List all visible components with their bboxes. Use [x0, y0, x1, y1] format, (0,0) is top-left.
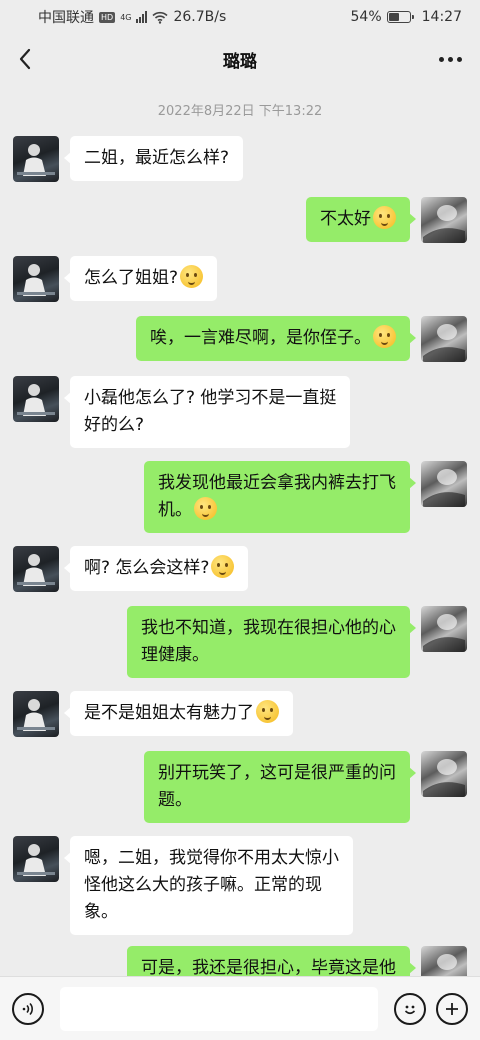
- message-text: 啊? 怎么会这样?: [84, 558, 210, 578]
- emoji-icon: [194, 497, 217, 520]
- status-left: 中国联通 HD 4G 26.7B/s: [38, 7, 226, 27]
- my-avatar[interactable]: [421, 197, 467, 243]
- more-dots-icon: [439, 56, 444, 62]
- voice-icon: [22, 1002, 33, 1015]
- back-button[interactable]: [12, 44, 38, 74]
- message-text: 唉，一言难尽啊，是你侄子。: [150, 328, 371, 348]
- sent-message[interactable]: 我也不知道，我现在很担心他的心 理健康。: [127, 606, 416, 678]
- contact-avatar[interactable]: [13, 256, 59, 302]
- plus-button[interactable]: [436, 992, 468, 1025]
- wifi-icon: [152, 11, 169, 24]
- message-text: 我发现他最近会拿我内裤去打飞 机。: [158, 473, 396, 520]
- sent-message[interactable]: 别开玩笑了，这可是很严重的问 题。: [144, 751, 416, 823]
- received-message[interactable]: 是不是姐姐太有魅力了: [64, 691, 293, 736]
- battery-icon: [386, 11, 414, 23]
- carrier-label: 中国联通: [38, 10, 94, 26]
- status-right: 54% 14:27: [351, 9, 462, 25]
- plus-icon: [446, 1002, 458, 1015]
- emoji-button[interactable]: [394, 992, 426, 1025]
- message-text: 可是，我还是很担心，毕竟这是他: [141, 958, 396, 976]
- contact-avatar[interactable]: [13, 836, 59, 882]
- net-speed: 26.7B/s: [173, 9, 227, 25]
- contact-avatar[interactable]: [13, 376, 59, 422]
- message-text: 小磊他怎么了? 他学习不是一直挺 好的么?: [84, 388, 337, 435]
- message-text: 不太好: [320, 209, 371, 229]
- my-avatar[interactable]: [421, 461, 467, 507]
- status-bar: 中国联通 HD 4G 26.7B/s 54% 14:27: [0, 0, 480, 34]
- clock: 14:27: [421, 9, 462, 25]
- chat-area[interactable]: 2022年8月22日 下午13:22 二姐，最近怎么样? 不太好怎么了姐姐? 唉，一…: [0, 84, 480, 976]
- emoji-icon: [211, 555, 235, 578]
- emoji-icon: [373, 206, 396, 229]
- hd-badge: HD: [99, 11, 116, 23]
- message-text: 我也不知道，我现在很担心他的心 理健康。: [141, 618, 396, 665]
- sent-message[interactable]: 不太好: [306, 197, 416, 242]
- message-text: 嗯，二姐，我觉得你不用太大惊小 怪他这么大的孩子嘛。正常的现 象。: [84, 848, 339, 922]
- emoji-icon: [404, 1005, 416, 1014]
- my-avatar[interactable]: [421, 946, 467, 976]
- chat-timestamp: 2022年8月22日 下午13:22: [157, 104, 323, 119]
- contact-avatar[interactable]: [13, 546, 59, 592]
- my-avatar[interactable]: [421, 606, 467, 652]
- emoji-icon: [256, 700, 279, 723]
- input-bar: [0, 976, 480, 1040]
- emoji-icon: [180, 265, 204, 288]
- network-type: 4G: [120, 12, 132, 22]
- received-message[interactable]: 啊? 怎么会这样?: [63, 546, 249, 591]
- message-text: 别开玩笑了，这可是很严重的问 题。: [158, 763, 396, 810]
- battery-level: [388, 13, 400, 21]
- more-button[interactable]: [439, 44, 462, 74]
- my-avatar[interactable]: [421, 751, 467, 797]
- sent-message[interactable]: 我发现他最近会拿我内裤去打飞 机。: [144, 461, 416, 533]
- received-message[interactable]: 小磊他怎么了? 他学习不是一直挺 好的么?: [63, 376, 351, 448]
- contact-avatar[interactable]: [13, 691, 59, 737]
- my-avatar[interactable]: [421, 316, 467, 362]
- message-text: 二姐，最近怎么样?: [84, 148, 230, 168]
- received-message[interactable]: 嗯，二姐，我觉得你不用太大惊小 怪他这么大的孩子嘛。正常的现 象。: [64, 836, 353, 935]
- contact-avatar[interactable]: [13, 136, 59, 182]
- voice-button[interactable]: [12, 992, 44, 1025]
- message-text: 怎么了姐姐?: [84, 268, 179, 288]
- chevron-left-icon: [19, 48, 31, 70]
- signal-icon: [136, 11, 148, 23]
- message-text: 是不是姐姐太有魅力了: [84, 703, 254, 723]
- chat-title: 璐璐: [223, 51, 257, 72]
- battery-percent: 54%: [350, 9, 382, 25]
- received-message[interactable]: 怎么了姐姐?: [63, 256, 218, 301]
- nav-bar: 璐璐: [0, 34, 480, 84]
- message-input[interactable]: [60, 986, 378, 1031]
- emoji-icon: [373, 325, 396, 348]
- sent-message[interactable]: 可是，我还是很担心，毕竟这是他: [127, 946, 416, 976]
- sent-message[interactable]: 唉，一言难尽啊，是你侄子。: [136, 316, 416, 361]
- received-message[interactable]: 二姐，最近怎么样?: [63, 136, 244, 181]
